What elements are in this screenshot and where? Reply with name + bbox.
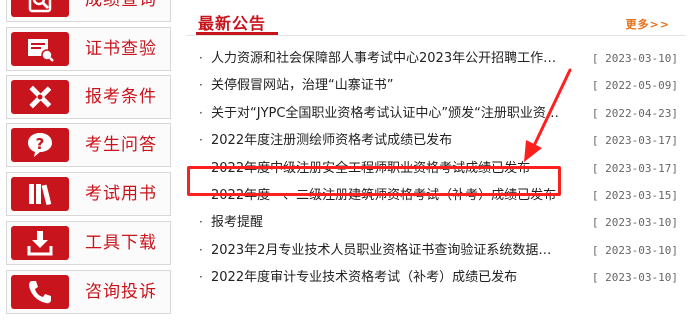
list-item: · 2022年度注册测绘师资格考试成绩已发布 [ 2023-03-17] bbox=[186, 127, 686, 154]
bullet-icon: · bbox=[199, 270, 203, 285]
phone-icon bbox=[11, 275, 69, 309]
sidebar-item-complaint[interactable]: 咨询投诉 bbox=[6, 270, 171, 314]
sidebar-item-label: 证书查验 bbox=[85, 39, 157, 59]
sidebar-item-label: 报考条件 bbox=[85, 87, 157, 107]
announcement-date: [ 2023-03-10] bbox=[591, 243, 678, 257]
sidebar-item-label: 咨询投诉 bbox=[85, 282, 157, 302]
announcement-date: [ 2023-03-10] bbox=[591, 271, 678, 285]
sidebar-item-label: 考试用书 bbox=[85, 184, 157, 204]
list-item: · 关停假冒网站，治理“山寨证书” [ 2022-05-09] bbox=[186, 72, 686, 99]
download-icon bbox=[11, 226, 69, 260]
bullet-icon: · bbox=[199, 242, 203, 257]
pencil-ruler-icon bbox=[11, 80, 69, 114]
sidebar-item-label: 考生问答 bbox=[85, 135, 157, 155]
sidebar-item-label: 工具下载 bbox=[85, 233, 157, 253]
service-sidebar: 成绩查询 证书查验 报考条件 ? 考生问答 考试用书 工具下载 咨询投诉 bbox=[0, 0, 178, 328]
list-item: · 2023年2月专业技术人员职业资格证书查询验证系统数据更新公告 [ 2023… bbox=[186, 237, 686, 264]
sidebar-item-exam-books[interactable]: 考试用书 bbox=[6, 172, 171, 216]
announcement-date: [ 2023-03-17] bbox=[591, 161, 678, 175]
question-icon: ? bbox=[11, 128, 69, 162]
announcement-date: [ 2023-03-17] bbox=[591, 134, 678, 148]
sidebar-item-faq[interactable]: ? 考生问答 bbox=[6, 123, 171, 167]
highlight-box bbox=[187, 166, 561, 196]
bullet-icon: · bbox=[199, 105, 203, 120]
sidebar-item-label: 成绩查询 bbox=[85, 0, 157, 10]
sidebar-item-score-query[interactable]: 成绩查询 bbox=[6, 0, 171, 22]
list-item: · 2022年度审计专业技术资格考试（补考）成绩已发布 [ 2023-03-10… bbox=[186, 264, 686, 291]
list-item: · 报考提醒 [ 2023-03-10] bbox=[186, 209, 686, 236]
bullet-icon: · bbox=[199, 133, 203, 148]
bullet-icon: · bbox=[199, 78, 203, 93]
more-link[interactable]: 更多>> bbox=[626, 16, 670, 32]
panel-title: 最新公告 bbox=[198, 14, 267, 33]
announcement-date: [ 2023-03-15] bbox=[591, 188, 678, 202]
announcement-link[interactable]: 关于对“JYPC全国职业资格考试认证中心”颁发“注册职业资格证书”的声明 bbox=[211, 100, 561, 127]
announcement-link[interactable]: 2023年2月专业技术人员职业资格证书查询验证系统数据更新公告 bbox=[211, 237, 561, 264]
books-icon bbox=[11, 177, 69, 211]
announcement-link[interactable]: 关停假冒网站，治理“山寨证书” bbox=[211, 72, 561, 99]
announcement-date: [ 2022-04-23] bbox=[591, 106, 678, 120]
divider bbox=[186, 35, 686, 36]
announcement-link[interactable]: 报考提醒 bbox=[211, 209, 561, 236]
announcement-date: [ 2023-03-10] bbox=[591, 52, 678, 65]
bullet-icon: · bbox=[199, 215, 203, 230]
latest-announcements-panel: 最新公告 更多>> · 人力资源和社会保障部人事考试中心2023年公开招聘工作人… bbox=[186, 0, 686, 328]
svg-text:?: ? bbox=[36, 135, 45, 153]
list-item: · 人力资源和社会保障部人事考试中心2023年公开招聘工作人员公告 [ 2023… bbox=[186, 45, 686, 72]
sidebar-item-tool-download[interactable]: 工具下载 bbox=[6, 221, 171, 265]
certificate-icon bbox=[11, 32, 69, 66]
list-item: · 关于对“JYPC全国职业资格考试认证中心”颁发“注册职业资格证书”的声明 [… bbox=[186, 100, 686, 127]
announcement-link[interactable]: 2022年度审计专业技术资格考试（补考）成绩已发布 bbox=[211, 264, 561, 291]
announcement-link[interactable]: 人力资源和社会保障部人事考试中心2023年公开招聘工作人员公告 bbox=[211, 45, 561, 72]
search-icon bbox=[11, 0, 69, 17]
sidebar-item-certificate-check[interactable]: 证书查验 bbox=[6, 27, 171, 71]
bullet-icon: · bbox=[199, 51, 203, 65]
announcement-date: [ 2022-05-09] bbox=[591, 79, 678, 93]
sidebar-item-exam-requirements[interactable]: 报考条件 bbox=[6, 75, 171, 119]
announcement-date: [ 2023-03-10] bbox=[591, 216, 678, 230]
announcement-link[interactable]: 2022年度注册测绘师资格考试成绩已发布 bbox=[211, 127, 561, 154]
